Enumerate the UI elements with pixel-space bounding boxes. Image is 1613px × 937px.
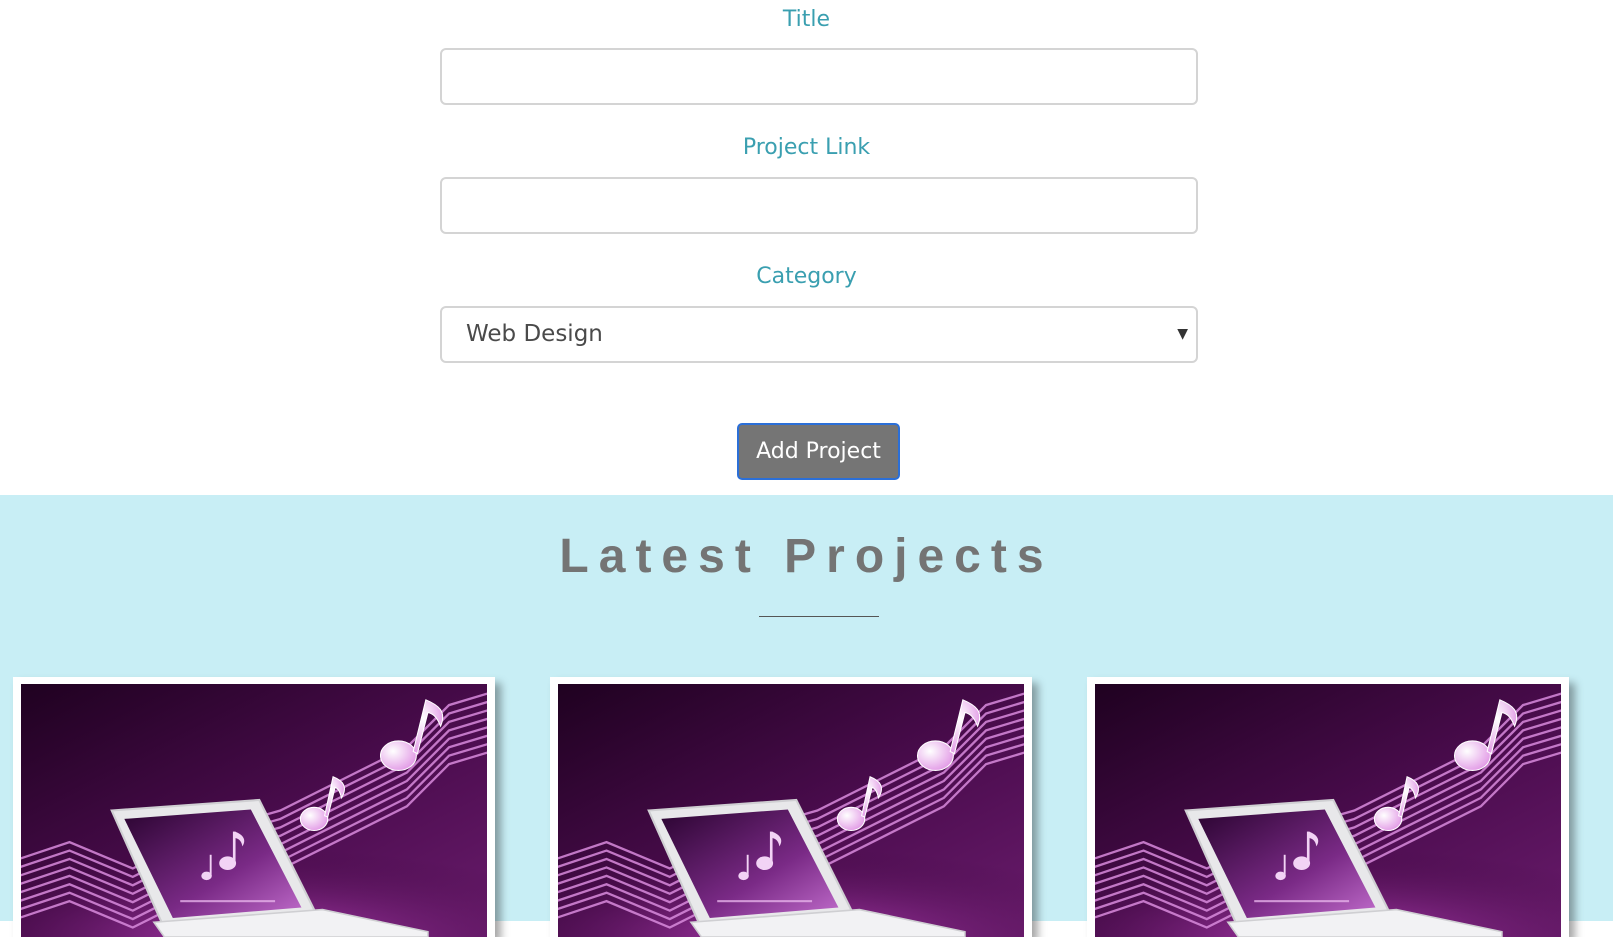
project-card[interactable] xyxy=(13,677,495,937)
heading-divider xyxy=(759,616,879,617)
chevron-down-icon: ▼ xyxy=(1177,326,1188,342)
project-link-label: Project Link xyxy=(742,135,871,160)
add-project-button[interactable]: Add Project xyxy=(737,423,900,480)
category-select[interactable]: Web Design ▼ xyxy=(440,306,1198,363)
project-card[interactable] xyxy=(550,677,1032,937)
title-label: Title xyxy=(782,7,831,32)
project-card[interactable] xyxy=(1087,677,1569,937)
section-heading: Latest Projects xyxy=(559,530,1054,583)
project-thumbnail-image xyxy=(21,684,487,937)
project-link-input[interactable] xyxy=(440,177,1198,234)
title-input[interactable] xyxy=(440,48,1198,105)
category-label: Category xyxy=(756,264,857,289)
add-project-form: Title Project Link Category Web Design ▼… xyxy=(0,0,1613,495)
latest-projects-section: Latest Projects xyxy=(0,495,1613,937)
category-selected-value: Web Design xyxy=(466,321,603,347)
project-thumbnail-image xyxy=(1095,684,1561,937)
project-thumbnail-image xyxy=(558,684,1024,937)
